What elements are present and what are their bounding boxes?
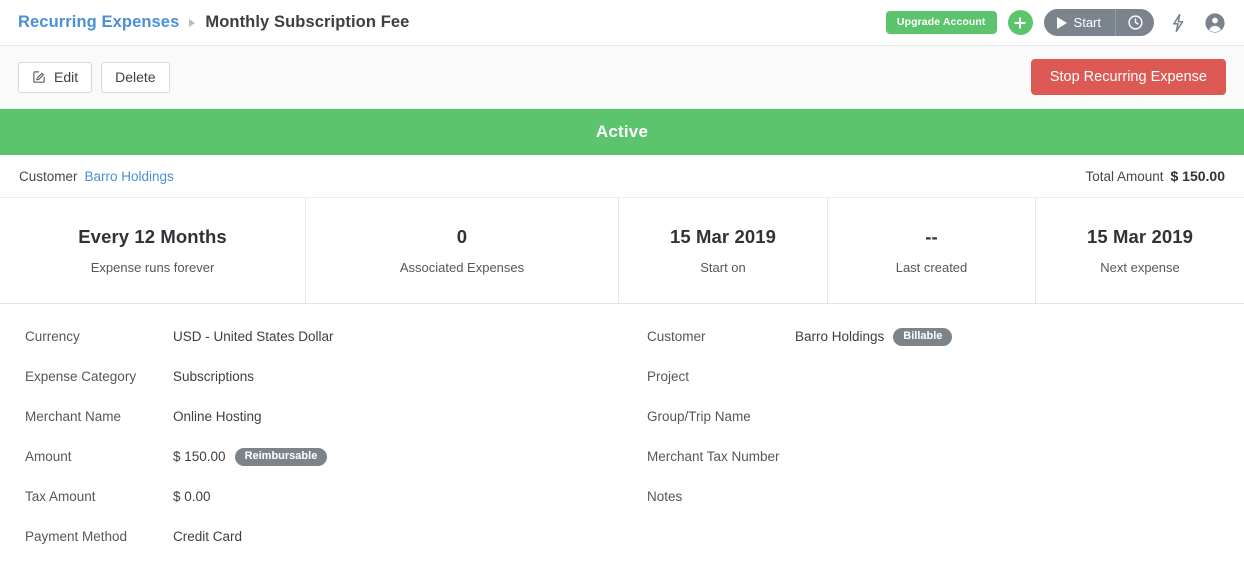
edit-button[interactable]: Edit [18, 61, 93, 93]
field-value: $ 150.00 [173, 449, 226, 464]
field-value: Barro Holdings [795, 329, 885, 344]
details-section: Currency USD - United States Dollar Expe… [0, 304, 1244, 567]
field-value-group: Barro Holdings Billable [795, 327, 953, 347]
action-bar: Edit Delete Stop Recurring Expense [0, 46, 1244, 109]
field-expense-category: Expense Category Subscriptions [25, 367, 622, 407]
field-tax-amount: Tax Amount $ 0.00 [25, 487, 622, 527]
field-value-group: Credit Card [173, 527, 242, 547]
field-label: Merchant Tax Number [647, 449, 780, 464]
field-notes: Notes [647, 487, 1244, 527]
stat-card-next-expense: 15 Mar 2019 Next expense [1036, 198, 1244, 303]
upgrade-account-button[interactable]: Upgrade Account [885, 10, 997, 35]
field-amount: Amount $ 150.00 Reimbursable [25, 447, 622, 487]
timer-control: Start [1043, 9, 1154, 36]
field-currency: Currency USD - United States Dollar [25, 327, 622, 367]
summary-customer-link[interactable]: Barro Holdings [85, 169, 174, 184]
play-icon [1056, 16, 1067, 29]
breadcrumb-parent-link[interactable]: Recurring Expenses [18, 13, 179, 32]
field-value-group: $ 150.00 Reimbursable [173, 447, 328, 467]
summary-total: Total Amount $ 150.00 [1085, 168, 1225, 184]
summary-total-label: Total Amount [1085, 169, 1164, 184]
field-label: Tax Amount [25, 489, 96, 504]
status-banner: Active [0, 109, 1244, 155]
stat-card-frequency: Every 12 Months Expense runs forever [0, 198, 306, 303]
stat-card-last-created: -- Last created [828, 198, 1036, 303]
field-label: Notes [647, 489, 683, 504]
plus-icon[interactable] [1007, 10, 1033, 35]
field-value-group: Online Hosting [173, 407, 262, 427]
stat-label: Start on [700, 260, 746, 275]
field-merchant-name: Merchant Name Online Hosting [25, 407, 622, 447]
delete-button[interactable]: Delete [101, 61, 170, 93]
field-value: Subscriptions [173, 369, 255, 384]
field-value: USD - United States Dollar [173, 329, 334, 344]
start-timer-label: Start [1073, 15, 1101, 30]
field-label: Expense Category [25, 369, 137, 384]
stat-label: Next expense [1100, 260, 1180, 275]
stop-recurring-expense-button[interactable]: Stop Recurring Expense [1030, 59, 1226, 95]
field-label: Project [647, 369, 690, 384]
field-value: Online Hosting [173, 409, 262, 424]
stat-label: Last created [895, 260, 968, 275]
field-value-group: USD - United States Dollar [173, 327, 334, 347]
field-label: Amount [25, 449, 72, 464]
stat-value: 15 Mar 2019 [669, 226, 776, 247]
stat-label: Expense runs forever [90, 260, 215, 275]
field-label: Payment Method [25, 529, 128, 544]
pencil-square-icon [32, 69, 47, 86]
field-label: Customer [647, 329, 706, 344]
reimbursable-badge: Reimbursable [234, 448, 328, 466]
stat-value: 15 Mar 2019 [1086, 226, 1193, 247]
field-value: $ 0.00 [173, 489, 211, 504]
stat-card-associated-expenses: 0 Associated Expenses [306, 198, 619, 303]
summary-customer-label: Customer [19, 168, 78, 184]
user-avatar-icon[interactable] [1202, 10, 1228, 36]
summary-row: Customer Barro Holdings Total Amount $ 1… [0, 155, 1244, 198]
field-value: Credit Card [173, 529, 243, 544]
summary-total-value: $ 150.00 [1170, 168, 1226, 184]
field-group-trip-name: Group/Trip Name [647, 407, 1244, 447]
field-label: Group/Trip Name [647, 409, 751, 424]
field-customer: Customer Barro Holdings Billable [647, 327, 1244, 367]
field-label: Merchant Name [25, 409, 122, 424]
stat-value: -- [925, 226, 938, 247]
stat-value: 0 [456, 226, 468, 247]
breadcrumb: Recurring Expenses Monthly Subscription … [18, 13, 409, 32]
field-value-group: $ 0.00 [173, 487, 211, 507]
page-title: Monthly Subscription Fee [205, 13, 410, 31]
field-merchant-tax-number: Merchant Tax Number [647, 447, 1244, 487]
breadcrumb-chevron-icon [189, 19, 196, 27]
billable-badge: Billable [893, 328, 953, 346]
top-bar: Recurring Expenses Monthly Subscription … [0, 0, 1244, 46]
start-timer-button[interactable]: Start [1044, 9, 1116, 36]
field-label: Currency [25, 329, 80, 344]
top-bar-actions: Upgrade Account Start [885, 9, 1228, 36]
stat-value: Every 12 Months [78, 226, 227, 247]
clock-icon[interactable] [1116, 9, 1154, 36]
delete-button-label: Delete [115, 69, 156, 85]
stats-strip: Every 12 Months Expense runs forever 0 A… [0, 198, 1244, 304]
stat-label: Associated Expenses [399, 260, 525, 275]
field-payment-method: Payment Method Credit Card [25, 527, 622, 567]
field-value-group: Subscriptions [173, 367, 254, 387]
edit-button-label: Edit [54, 69, 79, 85]
stat-card-start-on: 15 Mar 2019 Start on [619, 198, 828, 303]
lightning-bolt-icon[interactable] [1165, 10, 1191, 36]
details-left-column: Currency USD - United States Dollar Expe… [0, 327, 622, 567]
field-project: Project [647, 367, 1244, 407]
details-right-column: Customer Barro Holdings Billable Project… [622, 327, 1244, 567]
